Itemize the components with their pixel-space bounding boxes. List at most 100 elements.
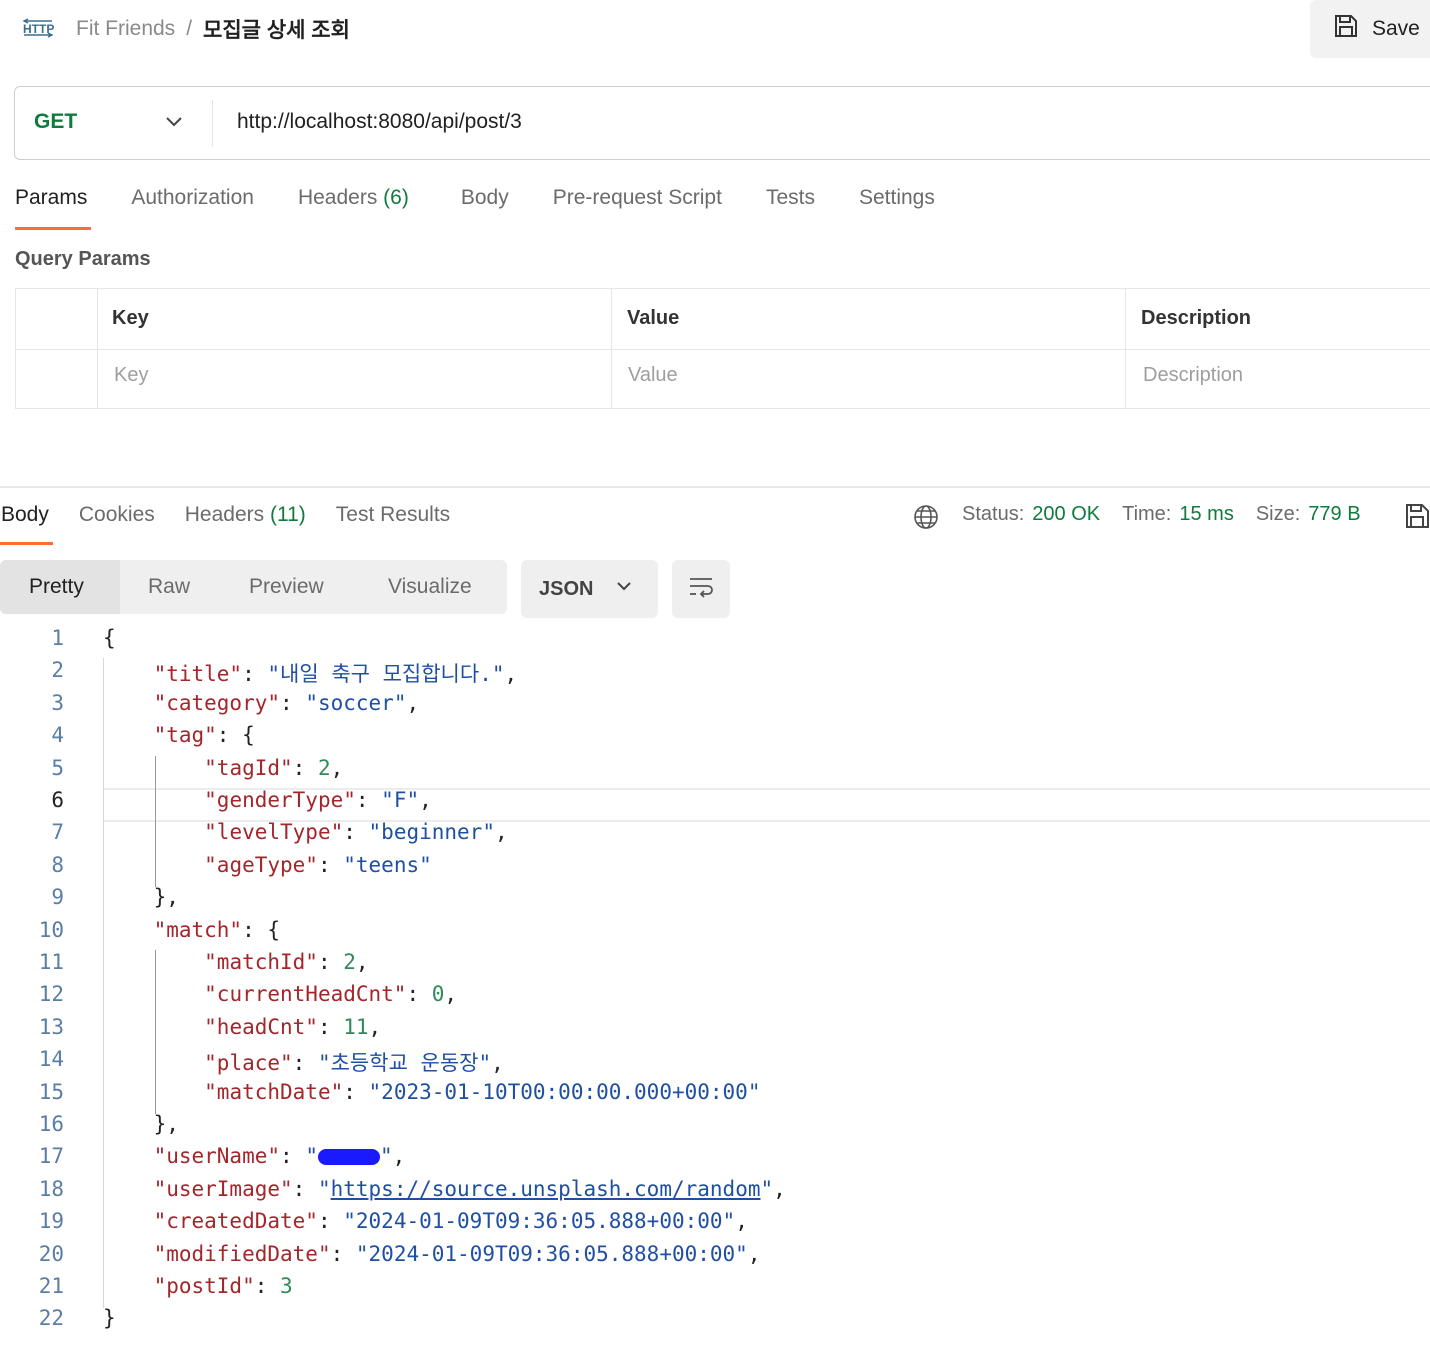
code-line: 19 "createdDate": "2024-01-09T09:36:05.8… [0, 1209, 1430, 1241]
tab-authorization[interactable]: Authorization [131, 186, 254, 210]
time[interactable]: Time: 15 ms [1122, 503, 1234, 526]
code-text: "category": "soccer", [153, 690, 420, 715]
text-wrap-icon [687, 574, 715, 605]
line-number: 19 [38, 1209, 64, 1234]
code-line: 9 }, [0, 885, 1430, 917]
view-raw[interactable]: Raw [148, 575, 190, 599]
code-text: "userName": " ", [153, 1144, 406, 1169]
status[interactable]: Status: 200 OK [962, 503, 1100, 526]
active-tab-indicator [0, 542, 53, 545]
code-text: "levelType": "beginner", [204, 820, 508, 845]
chevron-down-icon[interactable] [164, 112, 184, 137]
redacted-username [317, 1149, 380, 1166]
view-visualize[interactable]: Visualize [388, 575, 472, 599]
http-icon: HTTP [20, 14, 56, 44]
code-text: "title": "내일 축구 모집합니다.", [153, 662, 518, 687]
line-number: 14 [38, 1047, 64, 1072]
status-label: Status: [962, 503, 1025, 525]
indent-guide [154, 755, 156, 888]
code-text: "modifiedDate": "2024-01-09T09:36:05.888… [153, 1241, 761, 1266]
tab-settings[interactable]: Settings [859, 186, 935, 210]
line-number: 17 [38, 1144, 64, 1169]
column-header-value: Value [627, 307, 680, 329]
code-line: 8 "ageType": "teens" [0, 853, 1430, 885]
code-line: 22} [0, 1306, 1430, 1338]
save-button[interactable]: Save [1310, 0, 1430, 58]
view-pretty[interactable]: Pretty [29, 575, 84, 599]
line-number: 7 [51, 820, 64, 845]
divider [1125, 288, 1126, 409]
code-text: "ageType": "teens" [204, 852, 432, 877]
save-label: Save [1372, 17, 1420, 40]
code-text: "createdDate": "2024-01-09T09:36:05.888+… [153, 1209, 748, 1234]
url-input[interactable]: http://localhost:8080/api/post/3 [237, 110, 522, 134]
indent-guide [103, 658, 104, 1309]
wrap-toggle[interactable] [672, 560, 730, 618]
tab-body[interactable]: Body [461, 186, 509, 210]
line-number: 18 [38, 1176, 64, 1201]
line-number: 8 [51, 852, 64, 877]
request-title[interactable]: 모집글 상세 조회 [203, 14, 350, 44]
method-select[interactable]: GET [34, 110, 77, 134]
time-label: Time: [1122, 503, 1172, 525]
tab-response-headers-label: Headers [184, 503, 265, 526]
code-line: 13 "headCnt": 11, [0, 1015, 1430, 1047]
format-label: JSON [539, 577, 594, 600]
code-line: 1{ [0, 626, 1430, 658]
code-text: "tagId": 2, [204, 755, 344, 780]
time-value: 15 ms [1179, 503, 1234, 525]
tab-headers-label: Headers [297, 186, 378, 209]
column-header-key: Key [112, 307, 149, 329]
chevron-down-icon [593, 577, 633, 601]
breadcrumb-collection[interactable]: Fit Friends [76, 17, 175, 41]
code-line: 16 }, [0, 1112, 1430, 1144]
tab-cookies[interactable]: Cookies [79, 503, 155, 527]
line-number: 2 [51, 658, 64, 683]
code-line: 10 "match": { [0, 918, 1430, 950]
column-header-description: Description [1141, 307, 1252, 329]
code-line: 5 "tagId": 2, [0, 756, 1430, 788]
format-select[interactable]: JSON [521, 560, 658, 618]
code-text: "headCnt": 11, [204, 1014, 382, 1039]
request-tabs: Params Authorization Headers (6) Body Pr… [15, 186, 979, 210]
code-line: 3 "category": "soccer", [0, 691, 1430, 723]
value-input[interactable]: Value [628, 364, 678, 387]
response-meta: Status: 200 OK Time: 15 ms Size: 779 B [962, 503, 1383, 526]
description-input[interactable]: Description [1143, 364, 1243, 387]
url-bar [14, 86, 1430, 160]
code-line: 20 "modifiedDate": "2024-01-09T09:36:05.… [0, 1242, 1430, 1274]
key-input[interactable]: Key [114, 364, 148, 387]
code-text: "userImage": "https://source.unsplash.co… [153, 1176, 786, 1201]
code-text: "tag": { [153, 723, 255, 748]
line-number: 4 [51, 723, 64, 748]
active-tab-indicator [15, 227, 91, 230]
query-params-table: Key Value Description Key Value Descript… [15, 288, 1430, 409]
tab-params[interactable]: Params [15, 186, 87, 210]
divider [212, 100, 213, 146]
code-text: "matchDate": "2023-01-10T00:00:00.000+00… [204, 1079, 761, 1104]
tab-prerequest-script[interactable]: Pre-request Script [553, 186, 722, 210]
code-text: "postId": 3 [153, 1274, 293, 1298]
size[interactable]: Size: 779 B [1256, 503, 1361, 526]
floppy-disk-icon[interactable] [1404, 502, 1430, 535]
line-number: 6 [51, 788, 64, 812]
divider [611, 288, 612, 409]
globe-icon[interactable] [912, 503, 940, 536]
response-tabs: Body Cookies Headers (11) Test Results [1, 503, 480, 527]
line-number: 1 [51, 626, 64, 650]
status-value: 200 OK [1032, 503, 1101, 525]
size-label: Size: [1255, 503, 1301, 525]
tab-headers[interactable]: Headers (6) [298, 186, 409, 210]
code-line: 14 "place": "초등학교 운동장", [0, 1047, 1430, 1079]
query-params-title: Query Params [15, 248, 151, 270]
line-number: 20 [38, 1241, 64, 1266]
line-number: 5 [51, 755, 64, 780]
tab-test-results[interactable]: Test Results [336, 503, 450, 527]
line-number: 16 [38, 1112, 64, 1136]
view-preview[interactable]: Preview [249, 575, 324, 599]
tab-tests[interactable]: Tests [766, 186, 815, 210]
panel-divider[interactable] [0, 486, 1430, 488]
tab-response-body[interactable]: Body [1, 503, 49, 527]
tab-response-headers[interactable]: Headers (11) [185, 503, 306, 527]
code-text: "currentHeadCnt": 0, [204, 982, 458, 1007]
